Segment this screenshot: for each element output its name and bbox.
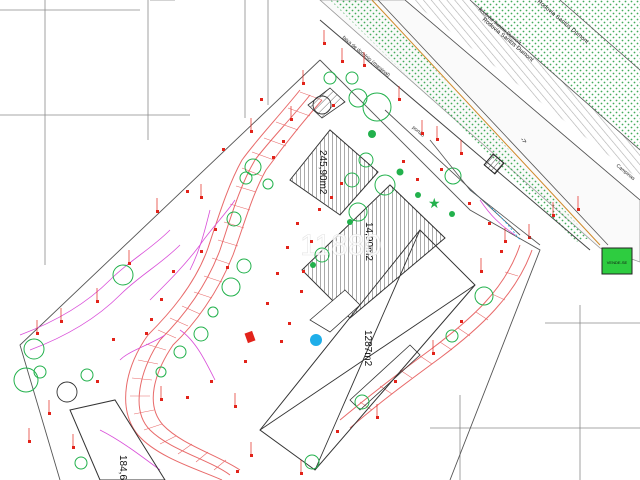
star-icon: ★ — [428, 196, 441, 212]
area-label-3: 1287m2 — [362, 330, 373, 367]
area-label-1: 245,90m2 — [317, 150, 328, 195]
fence — [469, 189, 521, 241]
red-marker — [244, 330, 256, 344]
sale-sign: VENDE-SE — [601, 247, 633, 275]
gate-label: portão — [411, 125, 426, 139]
black-trees — [56, 95, 332, 403]
watermark: 11880 — [300, 229, 381, 262]
cyan-point-marker — [310, 334, 322, 346]
sale-sign-text: VENDE-SE — [607, 260, 628, 265]
site-plan: Rodovia Santos Dumont Rodovia Santos Dum… — [0, 0, 640, 480]
area-label-4: 184,6 — [117, 455, 128, 480]
buildings — [69, 87, 476, 480]
